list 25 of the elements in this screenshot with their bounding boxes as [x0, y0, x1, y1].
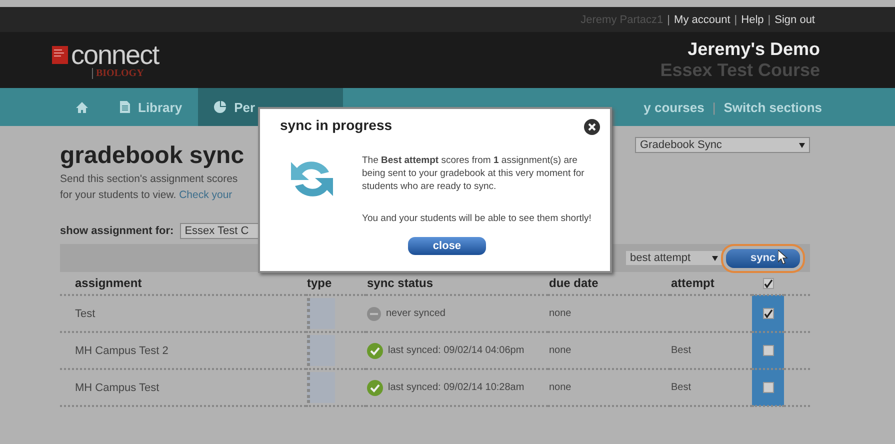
attempt-type: Best [671, 345, 692, 356]
due-date: none [549, 382, 572, 393]
filter-label: show assignment for: [60, 225, 174, 237]
dialog-title: sync in progress [280, 117, 392, 133]
logo-text: connect [71, 42, 159, 68]
sync-status: never synced [386, 308, 446, 319]
logo-subject: BIOLOGY [92, 68, 144, 78]
due-date: none [549, 345, 572, 356]
sync-status: last synced: 09/02/14 04:06pm [388, 345, 524, 356]
assignment-name: MH Campus Test 2 [75, 344, 168, 356]
assignment-name: Test [75, 308, 96, 320]
description: Send this section's assignment scores for your students to view. Check your [60, 172, 239, 203]
separator: | [667, 14, 670, 26]
dialog-message: The Best attempt scores from 1 assignment(s) are being sent to your gradebook at this very moment for students who are ready to sync. [362, 154, 586, 193]
sync-status: last synced: 09/02/14 10:28am [388, 382, 524, 393]
separator: | [734, 14, 738, 26]
due-date: none [549, 308, 572, 319]
column-header: attempt [670, 272, 752, 295]
account-title: Jeremy's Demo [688, 39, 820, 60]
page-title: gradebook sync [60, 141, 244, 171]
attempt-type: Best [671, 382, 692, 393]
separator: | [768, 14, 771, 26]
separator: | [712, 100, 716, 114]
dialog-note: You and your students will be able to see them shortly! [362, 213, 592, 224]
assignment-name: MH Campus Test [75, 382, 160, 394]
